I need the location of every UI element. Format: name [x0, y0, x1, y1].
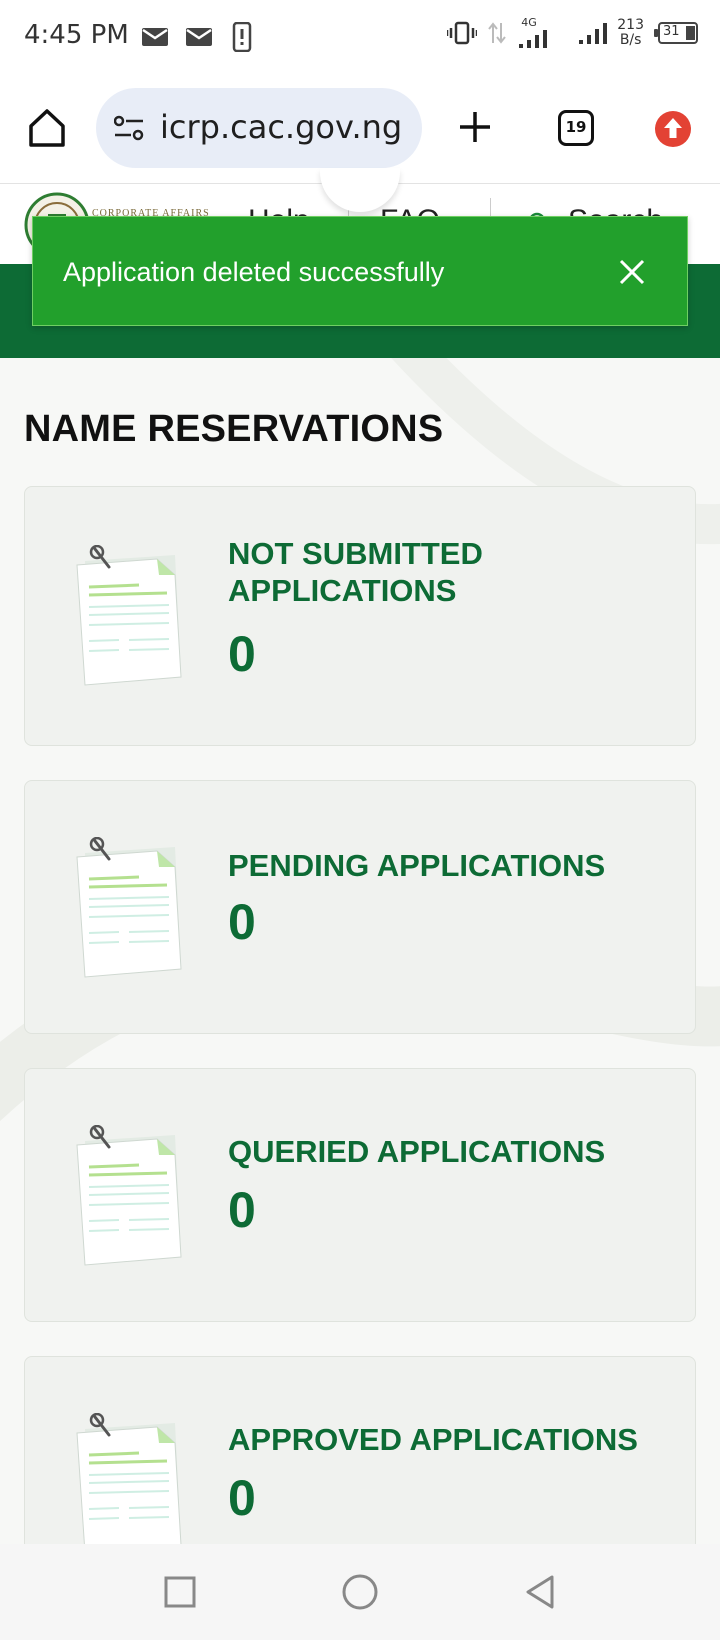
card-title: QUERIED APPLICATIONS — [228, 1134, 606, 1169]
document-icon — [76, 1125, 182, 1266]
system-nav-bar — [0, 1544, 720, 1640]
phone-alert-icon — [232, 22, 252, 52]
vibrate-icon — [447, 21, 478, 45]
card-title: NOT SUBMITTED APPLICATIONS — [228, 536, 483, 608]
card-title: APPROVED APPLICATIONS — [228, 1422, 638, 1457]
signal-icon — [579, 23, 608, 44]
success-toast: Application deleted successfully — [32, 216, 688, 326]
document-icon — [76, 1413, 182, 1544]
card-approved[interactable]: APPROVED APPLICATIONS 0 — [24, 1356, 696, 1544]
status-time: 4:45 PM — [24, 20, 129, 50]
recents-icon[interactable] — [164, 1576, 196, 1608]
card-queried[interactable]: QUERIED APPLICATIONS 0 — [24, 1068, 696, 1322]
main-content: NAME RESERVATIONS NOT SUBMITTED APPLICAT… — [0, 358, 720, 1544]
card-count: 0 — [228, 1182, 256, 1238]
mail-icon — [142, 28, 168, 46]
battery-icon: 31 — [654, 22, 698, 44]
card-count: 0 — [228, 894, 256, 950]
update-icon[interactable] — [654, 110, 692, 148]
home-nav-icon[interactable] — [342, 1574, 378, 1610]
page-title: NAME RESERVATIONS — [24, 408, 444, 450]
card-pending[interactable]: PENDING APPLICATIONS 0 — [24, 780, 696, 1034]
close-icon[interactable] — [617, 257, 647, 287]
network-speed: 213 B/s — [617, 17, 644, 48]
tab-switcher-button[interactable]: 19 — [558, 110, 594, 146]
new-tab-icon[interactable] — [458, 110, 492, 144]
status-bar: 4:45 PM 4G 213 B/s 31 — [0, 0, 720, 76]
toast-message: Application deleted successfully — [63, 257, 445, 287]
home-icon[interactable] — [28, 108, 66, 148]
address-bar[interactable]: icrp.cac.gov.ng — [96, 88, 422, 168]
document-icon — [76, 545, 182, 686]
document-icon — [76, 837, 182, 978]
data-transfer-icon — [488, 22, 507, 44]
card-not-submitted[interactable]: NOT SUBMITTED APPLICATIONS 0 — [24, 486, 696, 746]
card-count: 0 — [228, 626, 256, 682]
site-settings-icon[interactable] — [114, 114, 144, 142]
card-title: PENDING APPLICATIONS — [228, 848, 606, 883]
url-text[interactable]: icrp.cac.gov.ng — [160, 108, 402, 146]
back-icon[interactable] — [524, 1574, 556, 1610]
mail-icon — [186, 28, 212, 46]
signal-4g-icon: 4G — [517, 16, 567, 48]
card-count: 0 — [228, 1470, 256, 1526]
